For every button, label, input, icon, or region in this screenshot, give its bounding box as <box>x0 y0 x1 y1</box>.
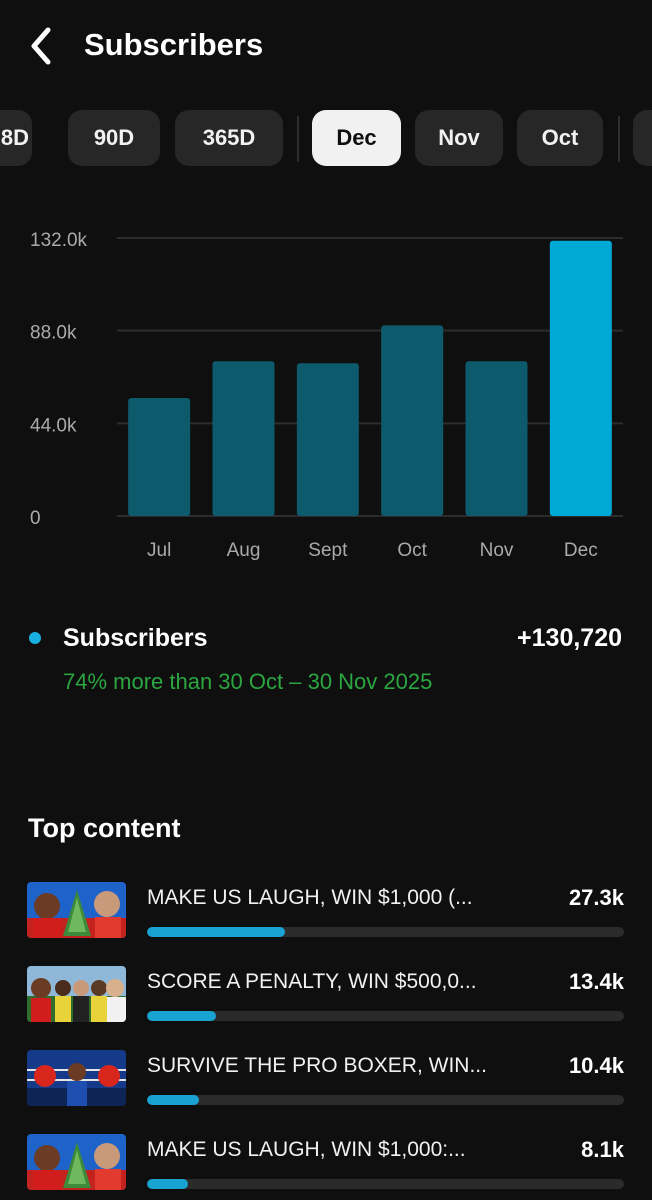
chip-more[interactable] <box>633 110 652 166</box>
progress-track <box>147 1011 624 1021</box>
x-tick-label: Sept <box>308 540 348 561</box>
x-tick-label: Aug <box>227 540 261 561</box>
chart-svg: 0 44.0k 88.0k 132.0k Jul Aug Sept Oct Nov Dec <box>30 230 623 561</box>
bar-sept <box>296 363 359 516</box>
back-button[interactable] <box>22 24 62 68</box>
video-title: SURVIVE THE PRO BOXER, WIN... <box>147 1054 487 1077</box>
content-row[interactable]: MAKE US LAUGH, WIN $1,000 (... 27.3k <box>0 878 652 948</box>
metric-summary: Subscribers +130,720 74% more than 30 Oc… <box>0 610 652 710</box>
chevron-left-icon <box>31 27 51 65</box>
chip-divider <box>618 116 620 162</box>
chip-divider <box>297 116 299 162</box>
chip-label: 365D <box>202 125 256 150</box>
video-subscribers-value: 27.3k <box>568 885 624 910</box>
y-tick-label: 132.0k <box>30 230 88 251</box>
chip-90d[interactable]: 90D <box>68 110 160 166</box>
metric-label: Subscribers <box>63 624 208 652</box>
video-thumbnail[interactable] <box>27 1050 126 1106</box>
video-thumbnail[interactable] <box>27 1134 126 1190</box>
x-tick-label: Jul <box>147 540 171 561</box>
video-subscribers-value: 8.1k <box>581 1137 624 1162</box>
bar-oct <box>381 325 444 516</box>
top-content-title: Top content <box>28 813 181 843</box>
content-row[interactable]: SCORE A PENALTY, WIN $500,0... 13.4k <box>0 962 652 1032</box>
video-thumbnail[interactable] <box>27 966 126 1022</box>
x-tick-label: Oct <box>397 540 427 561</box>
video-title: MAKE US LAUGH, WIN $1,000:... <box>147 1138 466 1161</box>
chip-label: 90D <box>93 125 135 150</box>
progress-track <box>147 927 624 937</box>
x-tick-label: Dec <box>564 540 598 561</box>
header: Subscribers <box>0 0 652 90</box>
subscribers-page: Subscribers 8D 90D 365D Dec Nov Oct 0 44.… <box>0 0 652 1200</box>
chip-28d[interactable]: 8D <box>0 110 32 166</box>
chip-label: Oct <box>541 125 579 150</box>
chip-label: 8D <box>0 125 29 150</box>
metric-value: +130,720 <box>517 624 622 652</box>
bar-aug <box>212 361 275 516</box>
chip-oct[interactable]: Oct <box>517 110 603 166</box>
legend-dot <box>29 632 41 644</box>
y-tick-label: 0 <box>30 508 41 529</box>
chip-dec[interactable]: Dec <box>312 110 401 166</box>
progress-track <box>147 1095 624 1105</box>
bar-dec <box>549 240 612 517</box>
progress-fill <box>147 1011 217 1021</box>
chip-label: Nov <box>438 125 480 150</box>
y-tick-label: 44.0k <box>30 415 77 436</box>
y-tick-label: 88.0k <box>30 323 77 344</box>
progress-track <box>147 1179 624 1189</box>
content-row[interactable]: MAKE US LAUGH, WIN $1,000:... 8.1k <box>0 1130 652 1200</box>
x-tick-label: Nov <box>480 540 514 561</box>
progress-fill <box>147 1095 200 1105</box>
date-range-chips: 8D 90D 365D Dec Nov Oct <box>0 110 652 166</box>
bar-jul <box>128 398 191 516</box>
video-thumbnail[interactable] <box>27 882 126 938</box>
chip-365d[interactable]: 365D <box>175 110 283 166</box>
progress-fill <box>147 1179 188 1189</box>
metric-comparison: 74% more than 30 Oct – 30 Nov 2025 <box>63 669 433 694</box>
video-subscribers-value: 10.4k <box>568 1053 624 1078</box>
bar-nov <box>465 361 528 516</box>
progress-fill <box>147 927 286 937</box>
video-title: SCORE A PENALTY, WIN $500,0... <box>147 970 477 993</box>
page-title: Subscribers <box>84 27 264 62</box>
content-row[interactable]: SURVIVE THE PRO BOXER, WIN... 10.4k <box>0 1046 652 1116</box>
video-title: MAKE US LAUGH, WIN $1,000 (... <box>147 886 473 909</box>
video-subscribers-value: 13.4k <box>568 969 624 994</box>
chip-nov[interactable]: Nov <box>415 110 503 166</box>
subscribers-bar-chart: 0 44.0k 88.0k 132.0k Jul Aug Sept Oct Nov Dec <box>0 215 652 575</box>
chip-label: Dec <box>336 125 377 150</box>
